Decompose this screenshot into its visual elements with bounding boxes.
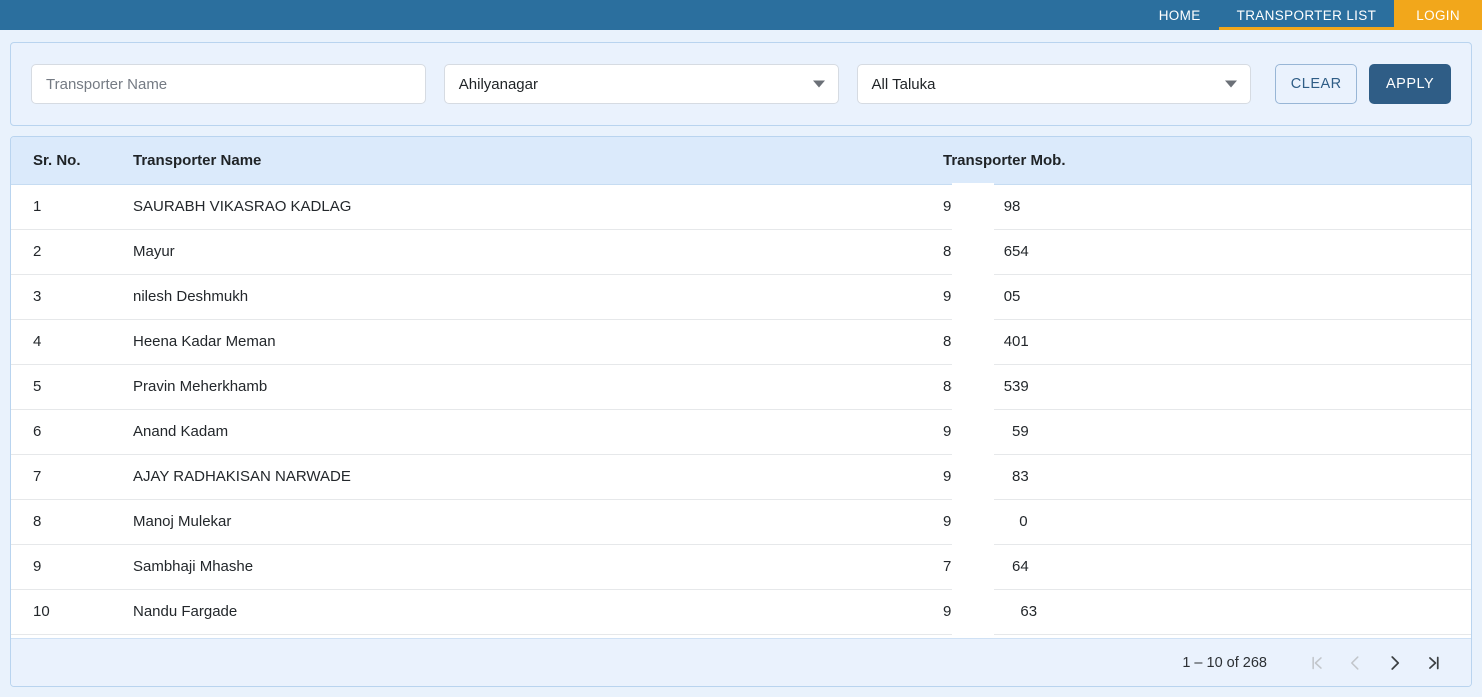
filter-panel: Ahilyanagar All Taluka CLEAR APPLY (10, 42, 1472, 126)
nav-item-login-label: LOGIN (1416, 7, 1460, 23)
table-row[interactable]: 7 AJAY RADHAKISAN NARWADE 965 83 (11, 454, 1471, 500)
nav-item-home-label: HOME (1158, 7, 1201, 23)
clear-button[interactable]: CLEAR (1275, 64, 1358, 104)
mob-visible-prefix: 84 (943, 378, 960, 395)
cell-transporter-name: Pravin Meherkhamb (111, 364, 921, 410)
cell-transporter-name: Sambhaji Mhashe (111, 544, 921, 590)
table-row[interactable]: 5 Pravin Meherkhamb 84 539 (11, 364, 1471, 410)
table-row[interactable]: 10 Nandu Fargade 9975 63 (11, 589, 1471, 635)
transporter-table-card: Sr. No. Transporter Name Transporter Mob… (10, 136, 1472, 687)
last-page-icon (1429, 656, 1439, 669)
cell-sr-no: 5 (11, 364, 111, 410)
cell-transporter-name: Nandu Fargade (111, 589, 921, 635)
mob-visible-prefix: 9511 (943, 513, 976, 530)
cell-sr-no: 4 (11, 319, 111, 365)
last-page-button[interactable] (1415, 643, 1455, 683)
apply-button-label: APPLY (1385, 76, 1435, 92)
cell-transporter-mob: 84 539 (921, 364, 1471, 410)
taluka-select[interactable]: All Taluka (856, 64, 1252, 104)
chevron-left-icon (1351, 655, 1359, 670)
apply-button[interactable]: APPLY (1369, 64, 1452, 104)
cell-sr-no: 6 (11, 409, 111, 455)
table-body: 1 SAURABH VIKASRAO KADLAG 95 98 2 Mayur 86 654 3… (11, 184, 1471, 635)
table-row[interactable]: 9 Sambhaji Mhashe 766 64 (11, 544, 1471, 590)
mob-visible-suffix: 539 (1003, 378, 1029, 395)
transporter-name-input[interactable] (31, 64, 426, 104)
cell-transporter-name: Manoj Mulekar (111, 499, 921, 545)
chevron-right-icon (1391, 655, 1400, 670)
table-header: Sr. No. Transporter Name Transporter Mob… (11, 137, 1471, 185)
district-select-value: Ahilyanagar (458, 75, 538, 93)
cell-transporter-mob: 86 401 (921, 319, 1471, 365)
mob-visible-prefix: 86 (943, 333, 960, 350)
column-header-sr-no: Sr. No. (11, 137, 111, 185)
cell-sr-no: 7 (11, 454, 111, 500)
mob-visible-suffix: 401 (1003, 333, 1029, 350)
cell-transporter-name: SAURABH VIKASRAO KADLAG (111, 184, 921, 230)
cell-sr-no: 8 (11, 499, 111, 545)
mob-visible-suffix: 63 (1020, 603, 1038, 620)
clear-button-label: CLEAR (1290, 76, 1342, 92)
cell-transporter-name: Mayur (111, 229, 921, 275)
mob-visible-prefix: 95 (943, 198, 960, 215)
cell-transporter-mob: 86 654 (921, 229, 1471, 275)
mob-visible-suffix: 98 (1003, 198, 1021, 215)
table-row[interactable]: 4 Heena Kadar Meman 86 401 (11, 319, 1471, 365)
mob-visible-suffix: 83 (1012, 468, 1029, 485)
nav-item-transporter-list-label: TRANSPORTER LIST (1236, 7, 1377, 23)
first-page-button[interactable] (1295, 643, 1335, 683)
next-page-button[interactable] (1375, 643, 1415, 683)
mob-visible-suffix: 64 (1012, 558, 1029, 575)
cell-sr-no: 2 (11, 229, 111, 275)
mob-visible-suffix: 05 (1003, 288, 1021, 305)
table-row[interactable]: 2 Mayur 86 654 (11, 229, 1471, 275)
cell-transporter-mob: 9511 0 (921, 499, 1471, 545)
mob-visible-prefix: 965 (943, 468, 969, 485)
mob-visible-prefix: 766 (943, 558, 969, 575)
mob-visible-suffix: 0 (1019, 513, 1028, 530)
nav-item-transporter-list[interactable]: TRANSPORTER LIST (1218, 0, 1395, 30)
mob-visible-prefix: 982 (943, 423, 969, 440)
column-header-transporter-mob: Transporter Mob. (921, 137, 1471, 185)
cell-transporter-name: Anand Kadam (111, 409, 921, 455)
first-page-icon (1312, 656, 1322, 669)
cell-transporter-mob: 9975 63 (921, 589, 1471, 635)
cell-transporter-name: AJAY RADHAKISAN NARWADE (111, 454, 921, 500)
nav-item-home[interactable]: HOME (1141, 0, 1219, 30)
table-header-row: Sr. No. Transporter Name Transporter Mob… (11, 137, 1471, 185)
cell-transporter-mob: 766 64 (921, 544, 1471, 590)
cell-transporter-name: nilesh Deshmukh (111, 274, 921, 320)
table-row[interactable]: 1 SAURABH VIKASRAO KADLAG 95 98 (11, 184, 1471, 230)
cell-transporter-name: Heena Kadar Meman (111, 319, 921, 365)
paginator: 1 – 10 of 268 (11, 638, 1471, 686)
cell-transporter-mob: 95 05 (921, 274, 1471, 320)
column-header-transporter-name: Transporter Name (111, 137, 921, 185)
mob-visible-prefix: 9975 (943, 603, 977, 620)
cell-sr-no: 10 (11, 589, 111, 635)
top-navbar: HOME TRANSPORTER LIST LOGIN (0, 0, 1482, 30)
cell-transporter-mob: 982 59 (921, 409, 1471, 455)
previous-page-button[interactable] (1335, 643, 1375, 683)
mob-visible-suffix: 59 (1012, 423, 1029, 440)
district-select[interactable]: Ahilyanagar (443, 64, 839, 104)
table-row[interactable]: 6 Anand Kadam 982 59 (11, 409, 1471, 455)
taluka-select-value: All Taluka (871, 75, 936, 93)
cell-sr-no: 9 (11, 544, 111, 590)
cell-sr-no: 1 (11, 184, 111, 230)
page-root: HOME TRANSPORTER LIST LOGIN Ahilyanagar … (0, 0, 1482, 697)
table-row[interactable]: 8 Manoj Mulekar 9511 0 (11, 499, 1471, 545)
paginator-range-label: 1 – 10 of 268 (1182, 654, 1267, 671)
mob-visible-prefix: 86 (943, 243, 960, 260)
cell-sr-no: 3 (11, 274, 111, 320)
cell-transporter-mob: 95 98 (921, 184, 1471, 230)
table-row[interactable]: 3 nilesh Deshmukh 95 05 (11, 274, 1471, 320)
nav-item-login[interactable]: LOGIN (1394, 0, 1482, 30)
transporter-table: Sr. No. Transporter Name Transporter Mob… (11, 137, 1471, 635)
chevron-down-icon (1225, 80, 1238, 88)
mob-visible-suffix: 654 (1003, 243, 1029, 260)
mob-visible-prefix: 95 (943, 288, 960, 305)
cell-transporter-mob: 965 83 (921, 454, 1471, 500)
chevron-down-icon (812, 80, 825, 88)
